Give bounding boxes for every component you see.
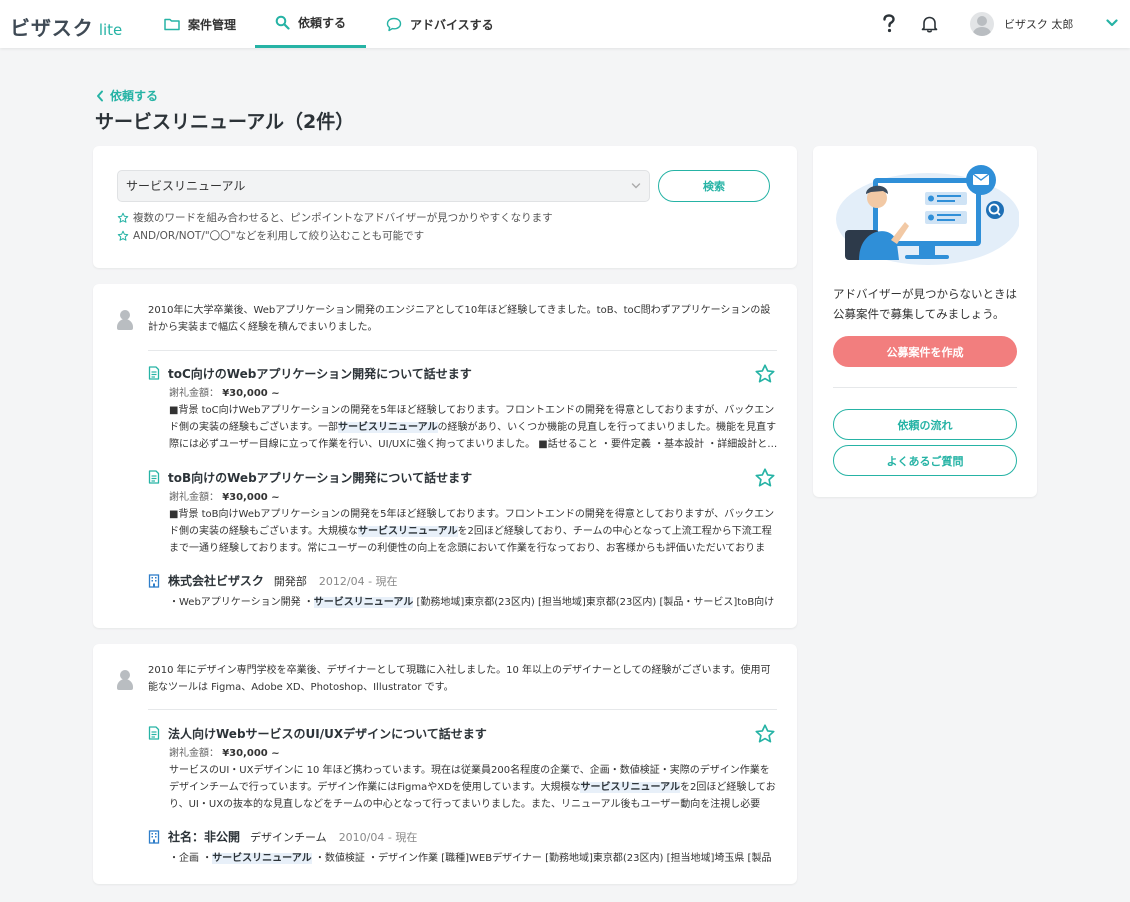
avatar: [117, 670, 133, 690]
search-icon: [275, 15, 290, 30]
keyword-highlight: サービスリニューアル: [313, 597, 414, 608]
topic-entry[interactable]: 法人向けWebサービスのUI/UXデザインについて話せます 謝礼金額： ¥30,…: [148, 723, 778, 813]
tip-text: AND/OR/NOT/"〇〇"などを利用して絞り込むことも可能です: [133, 230, 425, 242]
chevron-down-icon[interactable]: [1106, 18, 1118, 28]
document-icon: [148, 470, 160, 484]
back-label: 依頼する: [110, 89, 159, 103]
fee-amount: ¥30,000 ~: [222, 748, 280, 759]
company-line: 社名：非公開 デザインチーム 2010/04 - 現在: [148, 828, 778, 845]
document-icon: [148, 726, 160, 740]
create-public-project-button[interactable]: 公募案件を作成: [833, 336, 1017, 367]
divider: [148, 709, 777, 710]
question-icon[interactable]: [882, 14, 896, 34]
sidebar-message: アドバイザーが見つからないときは公募案件で募集してみましょう。: [833, 287, 1017, 321]
advisor-bio: 2010 年にデザイン専門学校を卒業後、デザイナーとして現職に入社しました。10…: [148, 665, 771, 693]
nav-label: 案件管理: [188, 17, 237, 32]
tags-text: ・数値検証 ・デザイン作業 [職種]WEBデザイナー [勤務地域]東京都(23区…: [311, 853, 775, 864]
tags-text: ・企画 ・: [169, 853, 213, 864]
avatar: [117, 310, 133, 330]
nav-project-management[interactable]: 案件管理: [164, 0, 236, 48]
chevron-left-icon: [97, 90, 103, 101]
period: 2010/04 - 現在: [338, 830, 418, 844]
star-outline-icon: [117, 212, 129, 223]
favorite-star-icon[interactable]: [754, 723, 776, 745]
user-menu[interactable]: ビザスク 太郎: [970, 12, 1073, 36]
topic-title[interactable]: toC向けのWebアプリケーション開発について話せます: [148, 365, 778, 381]
topic-title-text: 法人向けWebサービスのUI/UXデザインについて話せます: [168, 726, 487, 741]
advisor-search-illustration: [836, 165, 1019, 265]
search-value: サービスリニューアル: [126, 179, 246, 193]
period: 2012/04 - 現在: [318, 574, 398, 588]
keyword-highlight: サービスリニューアル: [358, 526, 458, 537]
bell-icon[interactable]: [921, 15, 938, 33]
star-outline-icon: [117, 230, 129, 241]
fee: 謝礼金額： ¥30,000 ~: [169, 488, 778, 503]
divider: [833, 387, 1017, 388]
search-button[interactable]: 検索: [658, 170, 770, 202]
tags-text: ・Webアプリケーション開発 ・: [169, 597, 314, 608]
building-icon: [148, 573, 160, 588]
chevron-down-icon: [631, 183, 641, 189]
page-title: サービスリニューアル（2件）: [95, 111, 355, 133]
keyword-highlight: サービスリニューアル: [212, 853, 312, 864]
fee-amount: ¥30,000 ~: [222, 388, 280, 399]
building-icon: [148, 829, 160, 844]
fee-label: 謝礼金額：: [169, 492, 219, 503]
fee-label: 謝礼金額：: [169, 388, 219, 399]
career-tags: ・Webアプリケーション開発 ・サービスリニューアル [勤務地域]東京都(23区…: [169, 594, 775, 611]
logo[interactable]: ビザスク lite: [10, 12, 122, 41]
department: デザインチーム: [250, 830, 327, 844]
career-entry: 社名：非公開 デザインチーム 2010/04 - 現在 ・企画 ・サービスリニュ…: [148, 828, 778, 867]
nav-label: 依頼する: [297, 16, 346, 30]
topic-entry[interactable]: toC向けのWebアプリケーション開発について話せます 謝礼金額： ¥30,00…: [148, 363, 778, 453]
app-header: ビザスク lite 案件管理 依頼する アドバイスする ビザスク 太郎: [0, 0, 1130, 48]
keyword-highlight: サービスリニューアル: [580, 782, 680, 793]
career-entry: 株式会社ビザスク 開発部 2012/04 - 現在 ・Webアプリケーション開発…: [148, 572, 778, 611]
logo-main: ビザスク: [10, 16, 94, 40]
keyword-highlight: サービスリニューアル: [338, 422, 438, 433]
topic-description: サービスのUI・UXデザインに 10 年ほど携わっています。現在は従業員200名…: [169, 762, 778, 813]
logo-sub: lite: [98, 21, 123, 39]
search-card: サービスリニューアル 検索 複数のワードを組み合わせると、ピンポイントなアドバイ…: [93, 146, 797, 268]
back-link[interactable]: 依頼する: [96, 87, 158, 104]
career-tags: ・企画 ・サービスリニューアル ・数値検証 ・デザイン作業 [職種]WEBデザイ…: [169, 850, 775, 867]
topic-title[interactable]: toB向けのWebアプリケーション開発について話せます: [148, 469, 778, 485]
topic-description: ■背景 toB向けWebアプリケーションの開発を5年ほど経験しております。フロン…: [169, 506, 778, 557]
nav-advise[interactable]: アドバイスする: [386, 0, 494, 48]
fee: 謝礼金額： ¥30,000 ~: [169, 384, 778, 399]
request-flow-button[interactable]: 依頼の流れ: [833, 409, 1017, 440]
advisor-result-card[interactable]: 2010 年にデザイン専門学校を卒業後、デザイナーとして現職に入社しました。10…: [93, 644, 797, 884]
divider: [148, 350, 777, 351]
topic-title-text: toB向けのWebアプリケーション開発について話せます: [168, 470, 473, 485]
folder-icon: [164, 18, 180, 31]
company-name: 社名：非公開: [168, 830, 241, 844]
chat-bubble-icon: [386, 17, 402, 31]
fee-label: 謝礼金額：: [169, 748, 219, 759]
nav-label: アドバイスする: [410, 17, 494, 32]
company-name: 株式会社ビザスク: [168, 574, 264, 588]
topic-title-text: toC向けのWebアプリケーション開発について話せます: [168, 366, 472, 381]
topic-description: ■背景 toC向けWebアプリケーションの開発を5年ほど経験しております。フロン…: [169, 402, 778, 453]
search-input[interactable]: サービスリニューアル: [117, 170, 650, 202]
search-tip: 複数のワードを組み合わせると、ピンポイントなアドバイザーが見つかりやすくなります: [117, 210, 553, 225]
nav-request[interactable]: 依頼する: [255, 0, 366, 48]
favorite-star-icon[interactable]: [754, 363, 776, 385]
advisor-bio: 2010年に大学卒業後、Webアプリケーション開発のエンジニアとして10年ほど経…: [148, 305, 771, 333]
topic-entry[interactable]: toB向けのWebアプリケーション開発について話せます 謝礼金額： ¥30,00…: [148, 467, 778, 557]
department: 開発部: [273, 574, 307, 588]
fee: 謝礼金額： ¥30,000 ~: [169, 744, 778, 759]
advisor-result-card[interactable]: 2010年に大学卒業後、Webアプリケーション開発のエンジニアとして10年ほど経…: [93, 284, 797, 628]
topic-title[interactable]: 法人向けWebサービスのUI/UXデザインについて話せます: [148, 725, 778, 741]
sidebar-card: アドバイザーが見つからないときは公募案件で募集してみましょう。 公募案件を作成 …: [813, 146, 1037, 497]
favorite-star-icon[interactable]: [754, 467, 776, 489]
search-tip: AND/OR/NOT/"〇〇"などを利用して絞り込むことも可能です: [117, 228, 424, 243]
fee-amount: ¥30,000 ~: [222, 492, 280, 503]
faq-button[interactable]: よくあるご質問: [833, 445, 1017, 476]
tip-text: 複数のワードを組み合わせると、ピンポイントなアドバイザーが見つかりやすくなります: [133, 212, 553, 224]
company-line: 株式会社ビザスク 開発部 2012/04 - 現在: [148, 572, 778, 589]
user-name: ビザスク 太郎: [1004, 18, 1074, 31]
document-icon: [148, 366, 160, 380]
tags-text: [勤務地域]東京都(23区内) [担当地域]東京都(23区内) [製品・サービス…: [413, 597, 775, 608]
avatar: [970, 12, 994, 36]
